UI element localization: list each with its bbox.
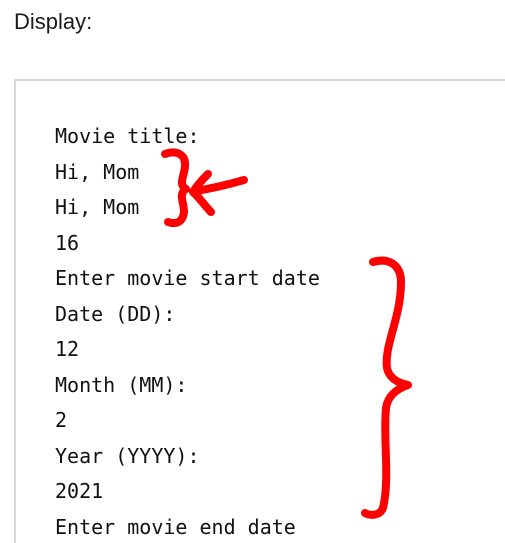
console-line-number: 16 bbox=[55, 230, 80, 255]
console-line-day-value: 12 bbox=[55, 337, 80, 361]
console-line-day-prompt: Date (DD): bbox=[55, 301, 176, 326]
console-line-end-date-prompt: Enter movie end date bbox=[55, 514, 296, 539]
console-line-year-value: 2021 bbox=[55, 479, 104, 503]
display-heading: Display: bbox=[14, 9, 93, 34]
console-line-title-echo-2: Hi, Mom bbox=[55, 195, 140, 219]
console-line-movie-title-prompt: Movie title: bbox=[55, 124, 200, 148]
console-line-year-prompt: Year (YYYY): bbox=[55, 443, 200, 468]
console-line-month-value: 2 bbox=[55, 408, 68, 432]
console-line-title-echo-1: Hi, Mom bbox=[55, 159, 140, 184]
console-line-month-prompt: Month (MM): bbox=[55, 372, 188, 397]
console-line-start-date-prompt: Enter movie start date bbox=[55, 266, 320, 290]
console-output-lines: Movie title: Hi, Mom Hi, Mom 16 Enter mo… bbox=[55, 119, 320, 543]
